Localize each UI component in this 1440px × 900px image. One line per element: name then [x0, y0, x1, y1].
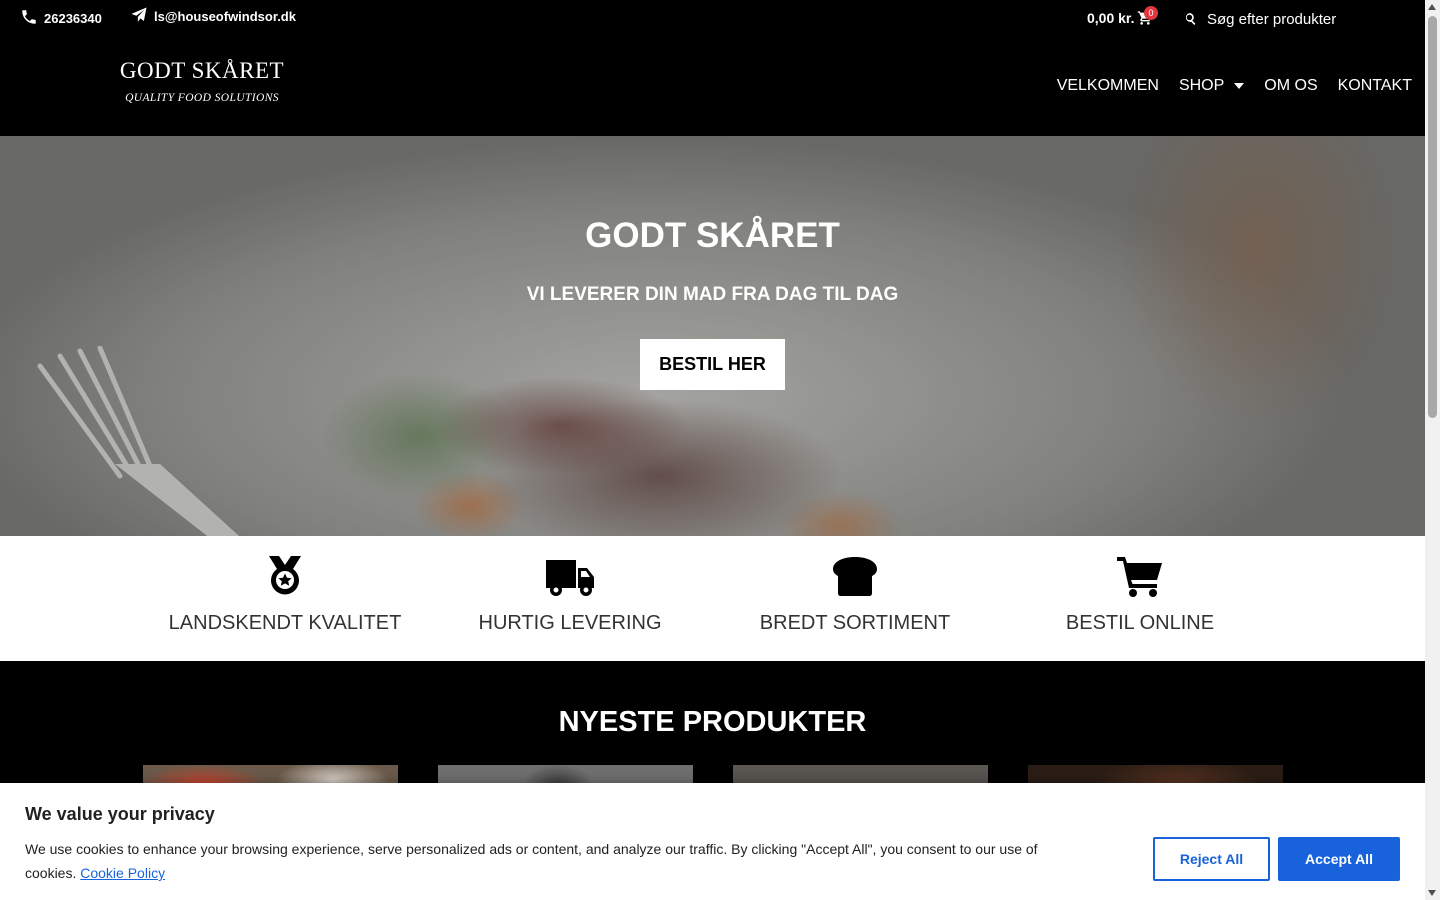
nav-item-shop-label: SHOP	[1178, 77, 1225, 94]
logo-title: GODT SKÅRET	[119, 58, 285, 83]
nav-item-velkommen[interactable]: VELKOMMEN	[1057, 77, 1159, 95]
order-here-button[interactable]: BESTIL HER	[640, 339, 785, 390]
phone-number: 26236340	[44, 11, 102, 26]
feature-label: BESTIL ONLINE	[1065, 612, 1215, 634]
scroll-thumb[interactable]	[1428, 16, 1437, 418]
nav-item-kontakt[interactable]: KONTAKT	[1338, 77, 1412, 95]
scroll-down-arrow-icon[interactable]	[1428, 890, 1436, 896]
search-icon[interactable]	[1184, 12, 1197, 25]
logo-subtitle: QUALITY FOOD SOLUTIONS	[125, 92, 279, 104]
cookie-consent-banner: We value your privacy We use cookies to …	[0, 783, 1425, 900]
hero-title: GODT SKÅRET	[585, 216, 840, 255]
features-bar: LANDSKENDT KVALITET HURTIG LEVERING BRED…	[0, 536, 1425, 661]
cookie-text: We use cookies to enhance your browsing …	[25, 837, 1055, 885]
hero-banner: GODT SKÅRET VI LEVERER DIN MAD FRA DAG T…	[0, 136, 1425, 536]
accept-all-button[interactable]: Accept All	[1278, 837, 1400, 881]
cookie-policy-link[interactable]: Cookie Policy	[80, 865, 165, 881]
top-bar: 26236340 ls@houseofwindsor.dk 0,00 kr. 0	[0, 0, 1425, 38]
feature-assortment: BREDT SORTIMENT	[725, 554, 985, 635]
email-address: ls@houseofwindsor.dk	[154, 9, 296, 24]
phone-icon	[20, 8, 38, 29]
nav-item-om-os[interactable]: OM OS	[1264, 77, 1317, 95]
bread-icon	[832, 554, 878, 598]
feature-quality: LANDSKENDT KVALITET	[155, 554, 415, 635]
paper-plane-icon	[130, 6, 148, 27]
feature-label: HURTIG LEVERING	[478, 612, 662, 634]
chevron-down-icon	[1234, 83, 1245, 89]
cart-count-badge: 0	[1144, 6, 1158, 20]
cookie-description: We use cookies to enhance your browsing …	[25, 841, 1038, 881]
scroll-up-arrow-icon[interactable]	[1428, 4, 1436, 10]
truck-icon	[544, 554, 596, 598]
reject-all-button[interactable]: Reject All	[1153, 837, 1270, 881]
site-logo[interactable]: GODT SKÅRET QUALITY FOOD SOLUTIONS	[117, 58, 287, 104]
email-contact[interactable]: ls@houseofwindsor.dk	[130, 6, 296, 27]
hero-subtitle: VI LEVERER DIN MAD FRA DAG TIL DAG	[526, 284, 899, 305]
cookie-title: We value your privacy	[25, 804, 215, 824]
phone-contact[interactable]: 26236340	[20, 8, 102, 29]
main-nav: VELKOMMEN SHOP OM OS KONTAKT	[1057, 77, 1412, 95]
section-title: NYESTE PRODUKTER	[558, 706, 867, 738]
hero-overlay	[0, 136, 1425, 536]
shopping-cart-icon	[1116, 554, 1164, 598]
page-scrollbar[interactable]	[1425, 0, 1440, 900]
feature-label: BREDT SORTIMENT	[759, 612, 951, 634]
nav-item-shop[interactable]: SHOP	[1178, 77, 1245, 95]
feature-delivery: HURTIG LEVERING	[440, 554, 700, 635]
cart-total[interactable]: 0,00 kr.	[1087, 10, 1135, 26]
feature-order-online: BESTIL ONLINE	[1010, 554, 1270, 635]
feature-label: LANDSKENDT KVALITET	[168, 612, 402, 634]
search-input[interactable]	[1207, 6, 1407, 32]
medal-icon	[263, 554, 307, 598]
